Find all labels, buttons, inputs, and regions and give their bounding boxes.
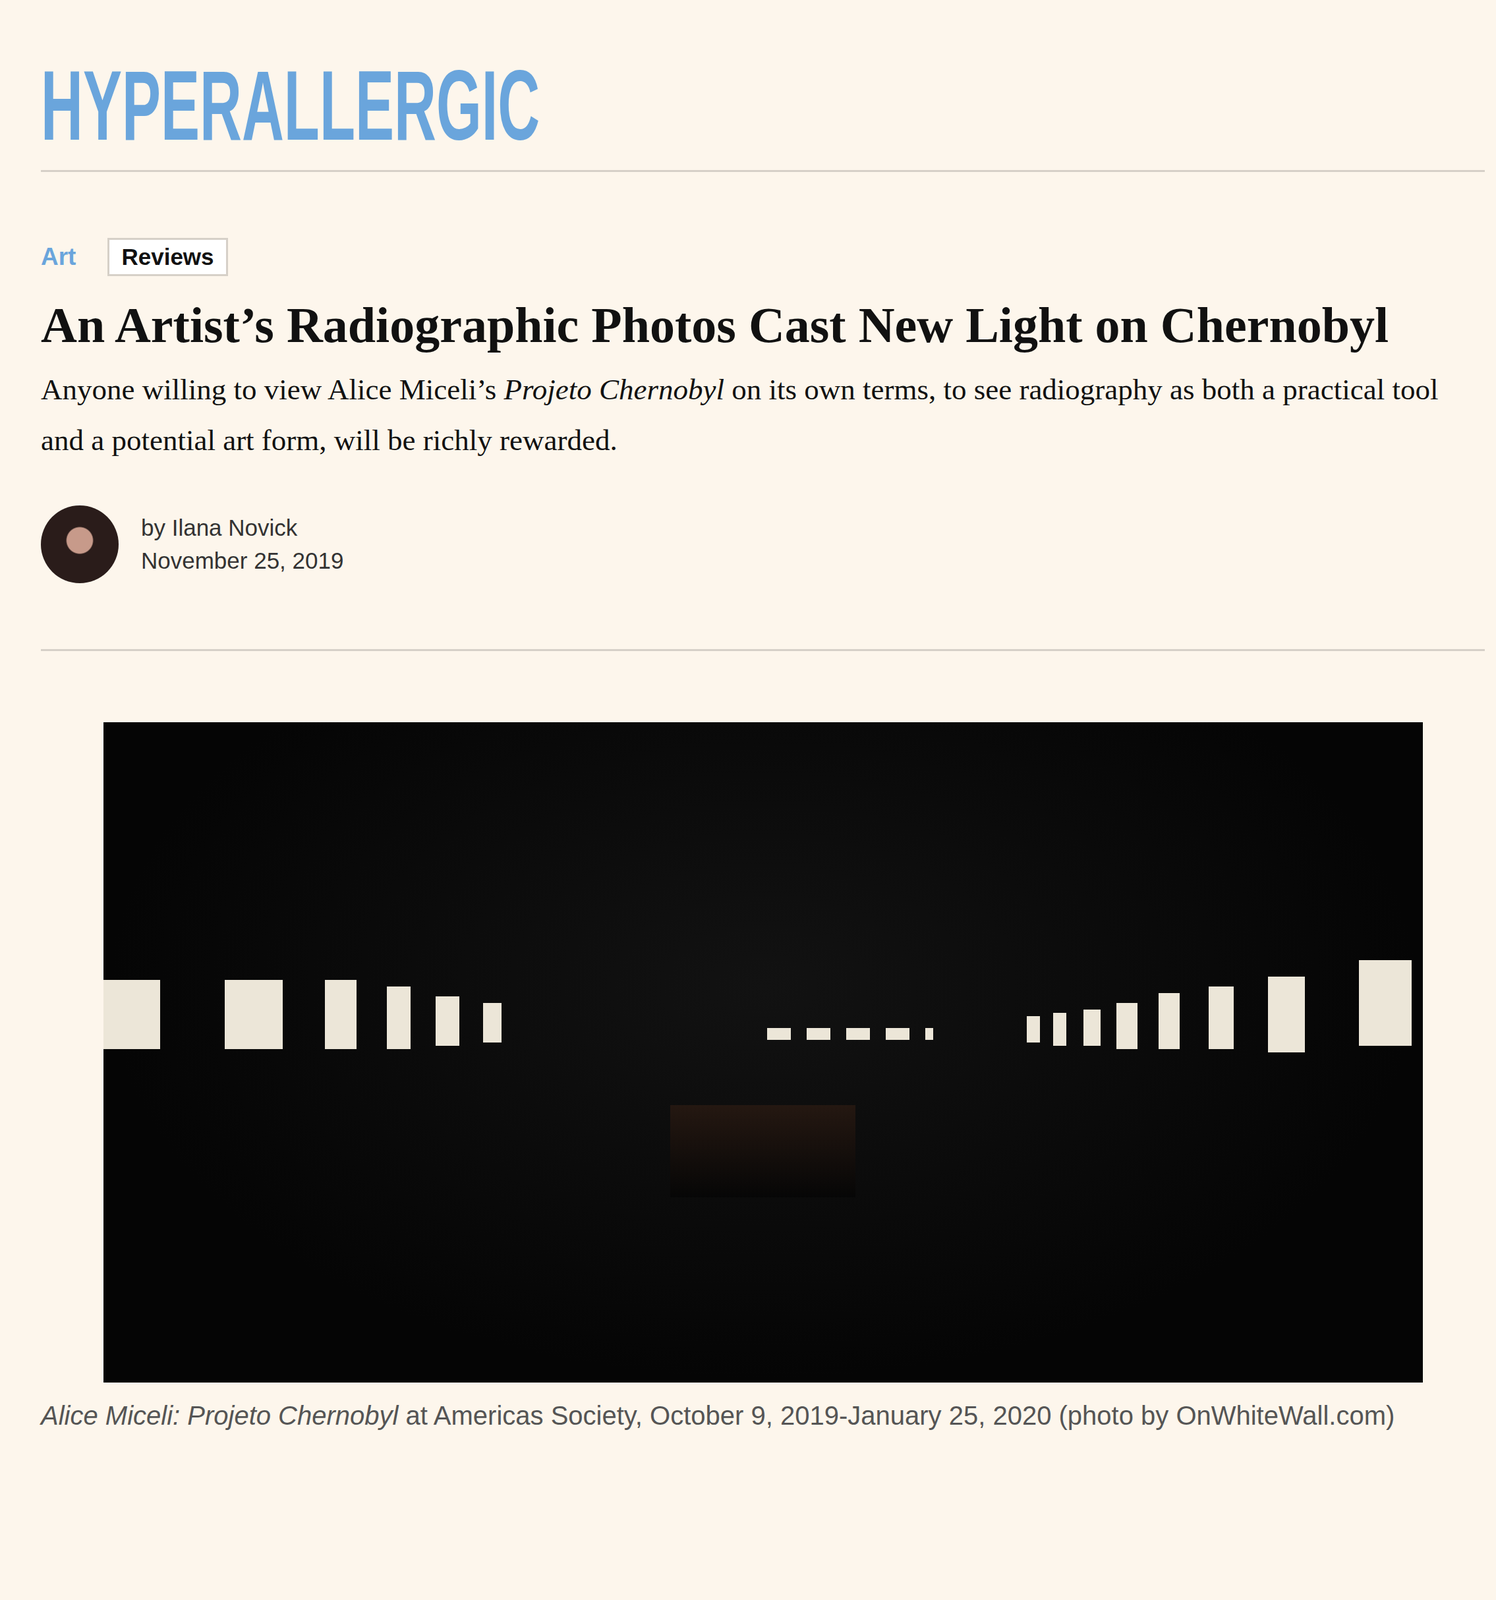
category-link[interactable]: Art [40, 243, 76, 271]
author-avatar[interactable] [40, 505, 119, 584]
header-divider [40, 170, 1485, 173]
author-row: by Ilana Novick November 25, 2019 [40, 505, 1485, 584]
article-subtitle: Anyone willing to view Alice Miceli’s Pr… [40, 364, 1485, 466]
tag-link[interactable]: Reviews [107, 237, 228, 277]
site-header: HYPERALLERGIC [40, 0, 1485, 171]
article-page: HYPERALLERGIC Art Reviews An Artist’s Ra… [0, 0, 1496, 1600]
site-logo[interactable]: HYPERALLERGIC [40, 65, 540, 145]
photo-caption: Alice Miceli: Projeto Chernobyl at Ameri… [40, 1394, 1485, 1437]
category-row: Art Reviews [40, 237, 1485, 277]
article-title: An Artist’s Radiographic Photos Cast New… [40, 291, 1412, 358]
meta-divider [40, 649, 1485, 652]
author-meta: by Ilana Novick November 25, 2019 [141, 511, 344, 578]
lead-photo [103, 722, 1423, 1383]
lead-figure: Alice Miceli: Projeto Chernobyl at Ameri… [40, 722, 1485, 1437]
publish-date: November 25, 2019 [141, 544, 344, 578]
author-byline[interactable]: by Ilana Novick [141, 511, 344, 545]
